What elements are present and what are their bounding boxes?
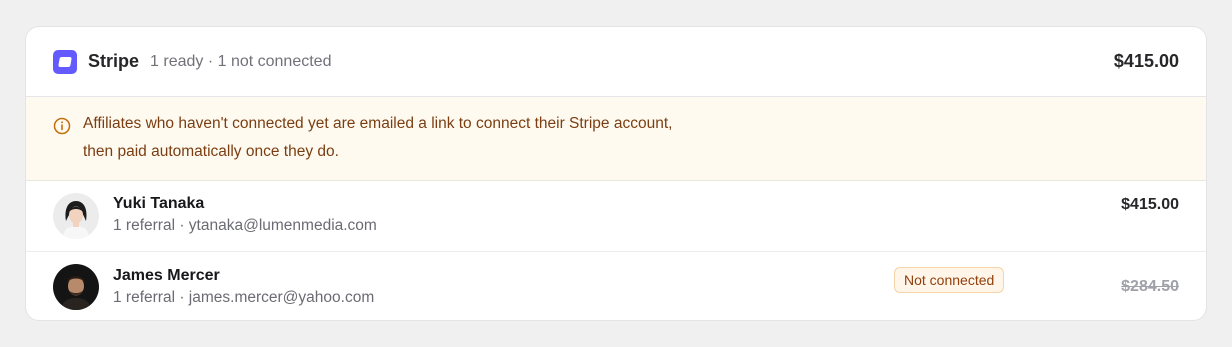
provider-header: Stripe 1 ready · 1 not connected $415.00 (26, 27, 1206, 97)
notice-line-2: then paid automatically once they do. (83, 143, 339, 160)
avatar (53, 263, 99, 310)
notice-text: Affiliates who haven't connected yet are… (83, 110, 672, 166)
avatar (53, 193, 99, 239)
info-circle-icon (53, 117, 71, 135)
affiliate-row[interactable]: Yuki Tanaka 1 referral · ytanaka@lumenme… (26, 181, 1206, 251)
stripe-payout-card: Stripe 1 ready · 1 not connected $415.00… (25, 26, 1207, 321)
affiliate-row[interactable]: James Mercer 1 referral · james.mercer@y… (26, 251, 1206, 320)
provider-total: $415.00 (1113, 51, 1179, 71)
stripe-logo-icon (53, 49, 77, 74)
affiliate-meta: 1 referral · ytanaka@lumenmedia.com (113, 217, 377, 234)
info-notice: Affiliates who haven't connected yet are… (26, 97, 1206, 181)
affiliate-meta: 1 referral · james.mercer@yahoo.com (113, 288, 375, 306)
provider-status: 1 ready · 1 not connected (150, 52, 332, 70)
affiliate-amount: $284.50 (1121, 277, 1179, 295)
affiliate-info: Yuki Tanaka 1 referral · ytanaka@lumenme… (113, 193, 377, 237)
affiliate-info: James Mercer 1 referral · james.mercer@y… (113, 265, 374, 309)
notice-line-1: Affiliates who haven't connected yet are… (83, 115, 673, 132)
affiliate-name: James Mercer (113, 266, 220, 284)
provider-name: Stripe (88, 51, 140, 71)
not-connected-badge: Not connected (894, 267, 1005, 293)
affiliate-name: Yuki Tanaka (113, 195, 205, 212)
affiliate-amount: $415.00 (1121, 196, 1179, 213)
